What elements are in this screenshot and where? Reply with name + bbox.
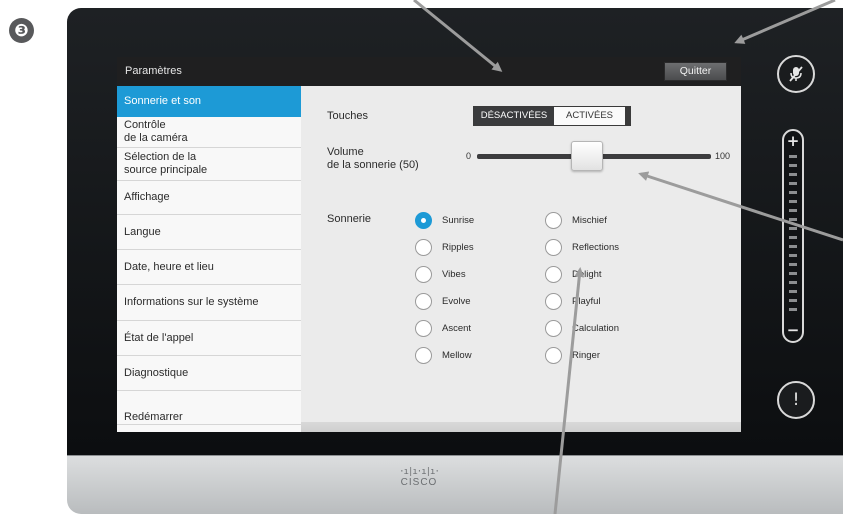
ringtone-option-vibes[interactable]: Vibes xyxy=(415,265,466,283)
radio-label: Mellow xyxy=(442,349,472,361)
sidebar-item-main-source-selection[interactable]: Sélection de la source principale xyxy=(117,148,301,181)
ringtone-option-ascent[interactable]: Ascent xyxy=(415,319,471,337)
volume-tick xyxy=(789,218,797,221)
ring-volume-label: Volume de la sonnerie (50) xyxy=(327,146,419,171)
radio-label: Playful xyxy=(572,295,601,307)
volume-max-label: 100 xyxy=(715,151,731,161)
radio-circle-icon xyxy=(545,346,562,364)
cisco-logo-bars: ·ı|ı·ı|ı· xyxy=(399,467,440,477)
volume-tick xyxy=(789,290,797,293)
alert-button[interactable]: ! xyxy=(777,381,815,419)
volume-tick xyxy=(789,209,797,212)
step-number-badge: ❸ xyxy=(9,18,34,43)
video-device: Paramètres Quitter Sonnerie et son Contr… xyxy=(67,8,843,514)
radio-circle-icon xyxy=(545,319,562,337)
volume-tick xyxy=(789,191,797,194)
settings-sidebar: Sonnerie et son Contrôle de la caméra Sé… xyxy=(117,86,301,432)
radio-label: Evolve xyxy=(442,295,471,307)
keys-toggle: DÉSACTIVÉES ACTIVÉES xyxy=(473,106,631,126)
volume-control[interactable]: + − xyxy=(782,129,804,343)
volume-slider-thumb[interactable] xyxy=(571,141,603,171)
microphone-muted-icon xyxy=(789,66,803,82)
volume-tick xyxy=(789,173,797,176)
radio-circle-icon xyxy=(545,265,562,283)
ringtone-option-ripples[interactable]: Ripples xyxy=(415,238,474,256)
ringtone-option-ringer[interactable]: Ringer xyxy=(545,346,600,364)
alert-icon: ! xyxy=(792,390,800,410)
content-footer-bar xyxy=(301,422,741,432)
sidebar-item-date-time-location[interactable]: Date, heure et lieu xyxy=(117,250,301,285)
radio-label: Ascent xyxy=(442,322,472,334)
mute-button[interactable] xyxy=(777,55,815,93)
radio-label: Reflections xyxy=(572,241,619,253)
ringtone-option-calculation[interactable]: Calculation xyxy=(545,319,619,337)
radio-circle-icon xyxy=(415,265,432,283)
volume-tick xyxy=(789,236,797,239)
toggle-edge xyxy=(625,107,630,125)
volume-tick xyxy=(789,254,797,257)
sidebar-item-camera-control[interactable]: Contrôle de la caméra xyxy=(117,117,301,148)
sidebar-item-display[interactable]: Affichage xyxy=(117,181,301,215)
settings-content: Touches DÉSACTIVÉES ACTIVÉES Volume de l… xyxy=(301,86,741,432)
volume-up-button[interactable]: + xyxy=(784,133,802,149)
page-title: Paramètres xyxy=(125,65,182,77)
radio-circle-icon xyxy=(415,292,432,310)
sidebar-item-call-status[interactable]: État de l'appel xyxy=(117,321,301,356)
radio-label: Sunrise xyxy=(442,214,475,226)
device-chin: ·ı|ı·ı|ı· CISCO xyxy=(67,455,843,514)
sidebar-item-ringtone-and-sound[interactable]: Sonnerie et son xyxy=(117,86,301,117)
sidebar-item-diagnostics[interactable]: Diagnostique xyxy=(117,356,301,391)
radio-label: Ringer xyxy=(572,349,600,361)
keys-off-option[interactable]: DÉSACTIVÉES xyxy=(474,107,554,125)
ringtone-option-mellow[interactable]: Mellow xyxy=(415,346,472,364)
radio-label: Ripples xyxy=(442,241,474,253)
sidebar-item-restart[interactable]: Redémarrer xyxy=(117,391,301,425)
title-bar: Paramètres Quitter xyxy=(117,57,741,86)
sidebar-item-system-information[interactable]: Informations sur le système xyxy=(117,285,301,321)
volume-tick xyxy=(789,200,797,203)
keys-label: Touches xyxy=(327,110,368,122)
keys-on-option[interactable]: ACTIVÉES xyxy=(553,107,626,125)
radio-label: Vibes xyxy=(442,268,466,280)
volume-tick xyxy=(789,308,797,311)
radio-circle-icon xyxy=(415,346,432,364)
volume-tick xyxy=(789,245,797,248)
ringtone-option-mischief[interactable]: Mischief xyxy=(545,211,607,229)
ringtone-option-reflections[interactable]: Reflections xyxy=(545,238,619,256)
volume-tick xyxy=(789,164,797,167)
ringtone-option-evolve[interactable]: Evolve xyxy=(415,292,471,310)
volume-tick xyxy=(789,263,797,266)
quit-button[interactable]: Quitter xyxy=(664,62,727,81)
volume-tick xyxy=(789,281,797,284)
cisco-logo-word: CISCO xyxy=(400,477,438,488)
volume-tick xyxy=(789,227,797,230)
ringtone-label: Sonnerie xyxy=(327,213,372,225)
volume-tick xyxy=(789,272,797,275)
radio-circle-icon xyxy=(545,211,562,229)
radio-label: Calculation xyxy=(572,322,619,334)
sidebar-item-language[interactable]: Langue xyxy=(117,215,301,250)
volume-tick xyxy=(789,155,797,158)
radio-circle-icon xyxy=(545,238,562,256)
cisco-logo: ·ı|ı·ı|ı· CISCO xyxy=(389,467,449,489)
radio-circle-icon xyxy=(415,238,432,256)
radio-circle-icon xyxy=(545,292,562,310)
radio-label: Delight xyxy=(572,268,602,280)
volume-min-label: 0 xyxy=(466,151,472,161)
volume-tick xyxy=(789,299,797,302)
radio-label: Mischief xyxy=(572,214,607,226)
ringtone-option-sunrise[interactable]: Sunrise xyxy=(415,211,474,229)
ringtone-option-playful[interactable]: Playful xyxy=(545,292,601,310)
touch-screen: Paramètres Quitter Sonnerie et son Contr… xyxy=(117,57,741,432)
radio-circle-icon xyxy=(415,319,432,337)
ringtone-option-delight[interactable]: Delight xyxy=(545,265,602,283)
radio-selected-icon xyxy=(415,211,432,229)
volume-down-button[interactable]: − xyxy=(784,323,802,338)
volume-tick xyxy=(789,182,797,185)
